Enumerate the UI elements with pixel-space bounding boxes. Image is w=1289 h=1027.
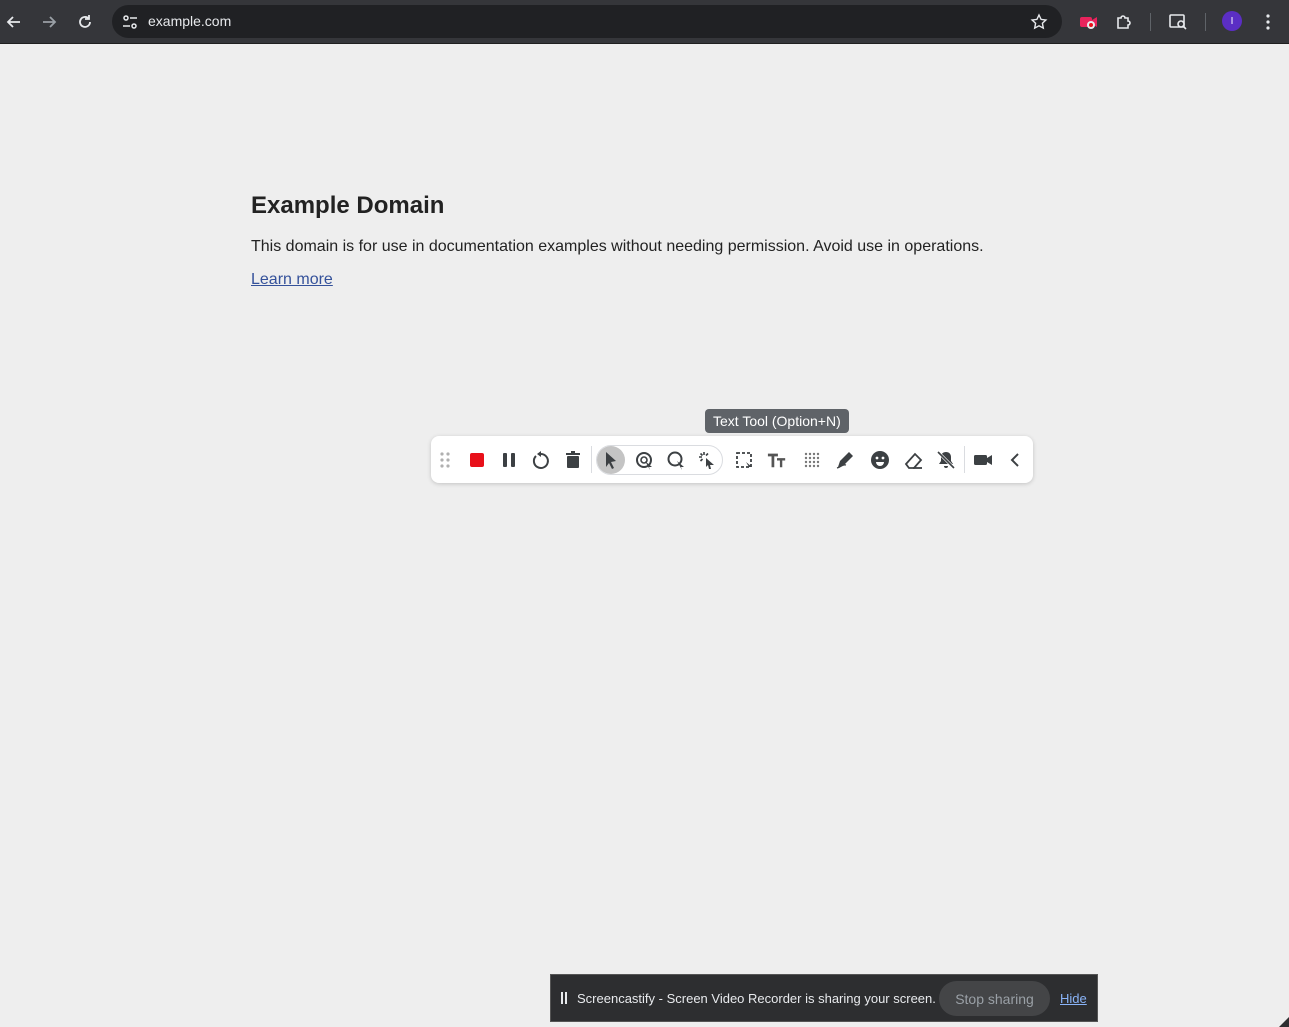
pen-icon[interactable]	[833, 448, 857, 472]
more-menu-icon[interactable]	[1256, 10, 1280, 34]
sharing-message: Screencastify - Screen Video Recorder is…	[577, 991, 936, 1006]
clear-annotations-icon[interactable]	[934, 448, 958, 472]
sharing-pause-icon	[561, 992, 567, 1004]
eraser-icon[interactable]	[902, 448, 926, 472]
laser-pointer-icon[interactable]	[695, 448, 719, 472]
browser-toolbar: example.com I	[0, 0, 1289, 44]
spotlight-icon[interactable]	[664, 448, 688, 472]
screen-sharing-bar: Screencastify - Screen Video Recorder is…	[550, 974, 1098, 1022]
pause-button[interactable]	[497, 448, 521, 472]
sticker-emoji-icon[interactable]	[868, 448, 892, 472]
click-highlight-icon[interactable]	[632, 448, 656, 472]
avatar[interactable]: I	[1222, 11, 1242, 31]
collapse-chevron-icon[interactable]	[1003, 448, 1027, 472]
delete-icon[interactable]	[561, 448, 585, 472]
toolbar-divider	[1205, 13, 1206, 31]
cursor-icon[interactable]	[599, 448, 623, 472]
extensions-puzzle-icon[interactable]	[1112, 10, 1136, 34]
restart-icon[interactable]	[529, 448, 553, 472]
tooltip: Text Tool (Option+N)	[705, 409, 849, 433]
drag-handle-icon[interactable]	[433, 448, 457, 472]
stop-recording-button[interactable]	[465, 448, 489, 472]
address-bar[interactable]: example.com	[112, 5, 1062, 38]
select-area-icon[interactable]	[732, 448, 756, 472]
blur-icon[interactable]	[800, 448, 824, 472]
bookmark-star-icon[interactable]	[1030, 13, 1048, 31]
page-title: Example Domain	[251, 192, 445, 219]
learn-more-link[interactable]: Learn more	[251, 271, 333, 288]
resize-corner	[1279, 1017, 1289, 1027]
page-description: This domain is for use in documentation …	[251, 238, 984, 255]
site-settings-icon[interactable]	[120, 12, 140, 32]
reload-icon[interactable]	[71, 8, 99, 36]
stop-sharing-button[interactable]: Stop sharing	[939, 981, 1050, 1016]
toolbar-divider	[591, 446, 592, 473]
page-content: Example Domain This domain is for use in…	[251, 192, 1071, 289]
toolbar-divider	[1150, 13, 1151, 31]
toolbar-divider	[964, 446, 965, 473]
camera-icon[interactable]	[971, 448, 995, 472]
screencastify-toolbar	[431, 436, 1033, 483]
text-tool-icon[interactable]	[765, 448, 789, 472]
tab-search-icon[interactable]	[1166, 10, 1190, 34]
back-icon[interactable]	[0, 8, 28, 36]
forward-icon[interactable]	[35, 8, 63, 36]
hide-link[interactable]: Hide	[1060, 991, 1087, 1006]
url-text[interactable]: example.com	[148, 13, 231, 29]
screencastify-extension-icon[interactable]	[1076, 10, 1100, 34]
